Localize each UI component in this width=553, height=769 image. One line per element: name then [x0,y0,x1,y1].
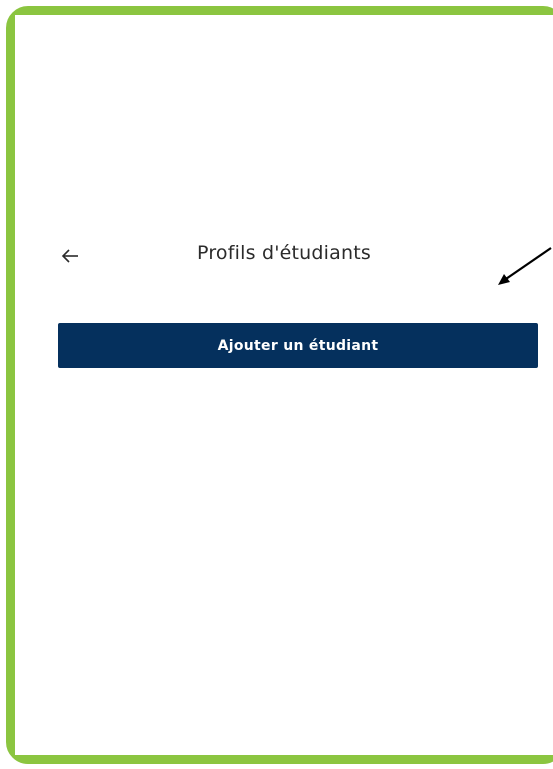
screenshot-frame: Profils d'étudiants Ajouter un étudiant [0,0,553,769]
page-title: Profils d'étudiants [197,242,371,264]
app-screen: Profils d'étudiants Ajouter un étudiant [15,15,553,755]
arrow-left-icon [61,249,78,263]
back-button[interactable] [55,241,85,271]
page-header: Profils d'étudiants [15,237,553,277]
add-student-button[interactable]: Ajouter un étudiant [58,323,538,368]
